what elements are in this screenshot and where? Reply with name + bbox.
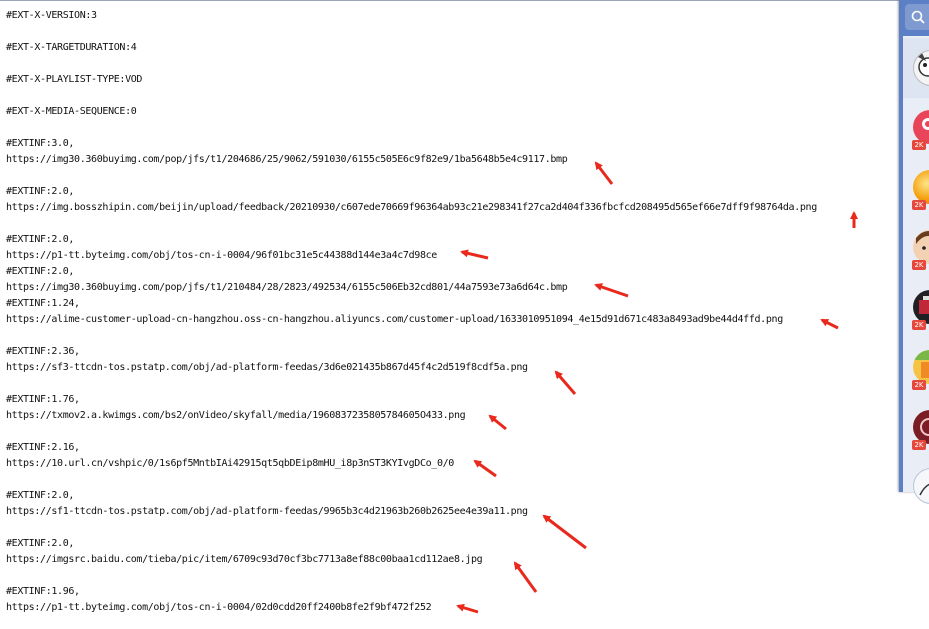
contact-avatar[interactable] xyxy=(913,110,929,144)
text-line: https://p1-tt.byteimg.com/obj/tos-cn-i-0… xyxy=(6,250,437,261)
contact-list: 2K 2K 2K 2K 2K 2K xyxy=(903,36,929,504)
text-line: #EXTINF:2.36, xyxy=(6,346,80,357)
text-line: #EXT-X-TARGETDURATION:4 xyxy=(6,42,137,53)
text-line: #EXT-X-VERSION:3 xyxy=(6,10,97,21)
text-line: https://txmov2.a.kwimgs.com/bs2/onVideo/… xyxy=(6,410,466,421)
contact-avatar[interactable] xyxy=(913,170,929,204)
text-line: https://img.bosszhipin.com/beijin/upload… xyxy=(6,202,817,213)
text-line: https://sf1-ttcdn-tos.pstatp.com/obj/ad-… xyxy=(6,506,528,517)
text-line: #EXTINF:1.24, xyxy=(6,298,80,309)
text-editor[interactable]: #EXT-X-VERSION:3 #EXT-X-TARGETDURATION:4… xyxy=(0,0,899,629)
text-line: https://imgsrc.baidu.com/tieba/pic/item/… xyxy=(6,554,483,565)
unread-badge: 2K xyxy=(912,320,926,330)
text-line: https://img30.360buyimg.com/pop/jfs/t1/2… xyxy=(6,282,568,293)
avatar-image xyxy=(916,231,929,250)
avatar-image xyxy=(919,296,929,314)
avatar-image xyxy=(922,118,929,130)
text-line: #EXTINF:2.0, xyxy=(6,234,75,245)
contact-avatar[interactable] xyxy=(913,350,929,384)
text-line: #EXTINF:2.0, xyxy=(6,266,75,277)
text-line: #EXT-X-PLAYLIST-TYPE:VOD xyxy=(6,74,143,85)
text-line: https://sf3-ttcdn-tos.pstatp.com/obj/ad-… xyxy=(6,362,528,373)
unread-badge: 2K xyxy=(912,200,926,210)
editor-border xyxy=(0,0,899,1)
text-line: https://alime-customer-upload-cn-hangzho… xyxy=(6,314,783,325)
avatar-image xyxy=(919,483,929,496)
text-line: #EXTINF:2.0, xyxy=(6,186,75,197)
text-line: #EXT-X-MEDIA-SEQUENCE:0 xyxy=(6,106,137,117)
text-line: #EXTINF:2.16, xyxy=(6,442,80,453)
avatar-image xyxy=(920,418,929,436)
search-button[interactable] xyxy=(905,4,929,30)
avatar-image xyxy=(913,350,929,378)
text-line: https://img30.360buyimg.com/pop/jfs/t1/2… xyxy=(6,154,568,165)
search-icon xyxy=(911,10,925,24)
contact-avatar[interactable] xyxy=(913,410,929,444)
unread-badge: 2K xyxy=(912,440,926,450)
contact-avatar[interactable] xyxy=(913,230,929,264)
unread-badge: 2K xyxy=(912,260,926,270)
text-line: #EXTINF:1.76, xyxy=(6,394,80,405)
unread-badge: 2K xyxy=(912,140,926,150)
contact-avatar[interactable] xyxy=(913,290,929,324)
text-line: #EXTINF:2.0, xyxy=(6,490,75,501)
contact-avatar[interactable] xyxy=(913,468,929,504)
text-line: https://10.url.cn/vshpic/0/1s6pf5MntbIAi… xyxy=(6,458,454,469)
text-line: https://p1-tt.byteimg.com/obj/tos-cn-i-0… xyxy=(6,602,432,613)
text-line: #EXTINF:1.96, xyxy=(6,586,80,597)
text-line: #EXTINF:3.0, xyxy=(6,138,75,149)
text-line: #EXTINF:2.0, xyxy=(6,538,75,549)
unread-badge: 2K xyxy=(912,380,926,390)
